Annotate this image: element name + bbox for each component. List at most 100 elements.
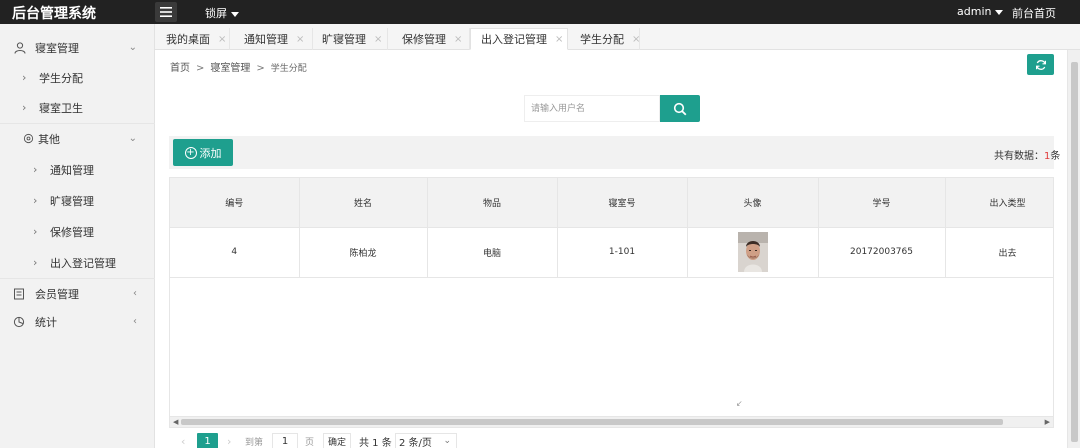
- breadcrumb-separator: >: [256, 63, 265, 74]
- sidebar-group-label: 其他: [38, 132, 60, 146]
- sidebar-item-access-log[interactable]: › 出入登记管理: [0, 247, 155, 278]
- tab-access-log[interactable]: 出入登记管理 ×: [470, 28, 568, 50]
- data-table: 编号 姓名 物品 寝室号 头像 学号 出入类型 4 陈柏龙 电脑 1-101 2…: [169, 177, 1054, 417]
- sidebar-item-student-assign[interactable]: › 学生分配: [0, 62, 155, 93]
- sidebar-item-repair[interactable]: › 保修管理: [0, 216, 155, 247]
- breadcrumb-section[interactable]: 寝室管理: [210, 63, 250, 74]
- sidebar-item-absence[interactable]: › 旷寝管理: [0, 185, 155, 216]
- goto-page-input[interactable]: 1: [272, 433, 298, 448]
- sidebar-item-label: 旷寝管理: [50, 194, 94, 208]
- chevron-right-icon: ›: [22, 101, 27, 114]
- tab-label: 出入登记管理: [481, 33, 547, 46]
- total-count: 共有数据：1条: [994, 147, 1060, 162]
- close-icon[interactable]: ×: [218, 34, 226, 45]
- user-name: admin: [957, 5, 992, 18]
- close-icon[interactable]: ×: [632, 34, 640, 45]
- goto-confirm-button[interactable]: 确定: [323, 433, 351, 448]
- column-header-student-no: 学号: [818, 178, 946, 228]
- refresh-button[interactable]: [1027, 54, 1054, 75]
- sidebar-item-notice[interactable]: › 通知管理: [0, 154, 155, 185]
- front-page-link[interactable]: 前台首页: [1012, 5, 1056, 21]
- tab-notice[interactable]: 通知管理 ×: [235, 28, 313, 50]
- top-bar: 后台管理系统 锁屏 admin 前台首页: [0, 0, 1080, 24]
- prev-page-icon[interactable]: ‹: [181, 433, 185, 448]
- page-size-value: 2 条/页: [399, 437, 432, 448]
- search-button[interactable]: [660, 95, 700, 122]
- plus-circle-icon: +: [184, 146, 197, 159]
- chevron-right-icon: ›: [33, 194, 38, 207]
- pagination: ‹ 1 › 到第 1 页 确定 共 1 条 2 条/页 ⌄: [169, 433, 469, 448]
- tab-student-assign[interactable]: 学生分配 ×: [568, 28, 640, 50]
- page-size-select[interactable]: 2 条/页 ⌄: [395, 433, 457, 448]
- pager-total: 共 1 条: [359, 437, 392, 448]
- sidebar-item-dorm-hygiene[interactable]: › 寝室卫生: [0, 92, 155, 123]
- search-input[interactable]: [524, 95, 660, 122]
- tab-label: 旷寝管理: [322, 33, 366, 46]
- sidebar-item-label: 出入登记管理: [50, 256, 116, 270]
- sidebar-group-member[interactable]: 会员管理 ‹: [0, 278, 155, 309]
- member-icon: [12, 287, 26, 301]
- scrollbar-thumb[interactable]: [181, 419, 1003, 425]
- settings-icon: [21, 132, 35, 146]
- close-icon[interactable]: ×: [374, 34, 382, 45]
- tab-absence[interactable]: 旷寝管理 ×: [313, 28, 388, 50]
- scroll-left-icon[interactable]: ◀: [173, 418, 178, 426]
- avatar-photo: [737, 232, 768, 272]
- column-header-item: 物品: [427, 178, 558, 228]
- add-button[interactable]: + 添加: [173, 139, 233, 166]
- sidebar-group-dorm[interactable]: 寝室管理 ⌄: [0, 32, 155, 63]
- scrollbar-thumb[interactable]: [1071, 62, 1078, 442]
- page-current[interactable]: 1: [197, 433, 218, 448]
- close-icon[interactable]: ×: [296, 34, 304, 45]
- chevron-right-icon: ›: [33, 163, 38, 176]
- sidebar-item-label: 学生分配: [39, 71, 83, 85]
- lock-screen-label: 锁屏: [205, 7, 227, 20]
- column-header-id: 编号: [170, 178, 300, 228]
- caret-down-icon: [231, 11, 239, 17]
- chevron-right-icon: ›: [33, 225, 38, 238]
- lock-screen-menu[interactable]: 锁屏: [205, 5, 239, 21]
- close-icon[interactable]: ×: [555, 34, 563, 45]
- breadcrumb: 首页 > 寝室管理 > 学生分配: [170, 59, 307, 74]
- refresh-icon: [1035, 59, 1046, 70]
- column-header-room: 寝室号: [557, 178, 688, 228]
- chevron-left-icon: ‹: [133, 288, 137, 299]
- table-toolbar: [169, 136, 1054, 169]
- tab-bar: 我的桌面 × 通知管理 × 旷寝管理 × 保修管理 × 出入登记管理 × 学生分配 ×: [155, 24, 1080, 50]
- cell-item: 电脑: [427, 227, 558, 278]
- vertical-scrollbar[interactable]: [1067, 50, 1080, 448]
- breadcrumb-home[interactable]: 首页: [170, 63, 190, 74]
- table-header-row: 编号 姓名 物品 寝室号 头像 学号 出入类型: [170, 178, 1053, 228]
- tab-label: 我的桌面: [166, 33, 210, 46]
- column-header-name: 姓名: [299, 178, 428, 228]
- tab-label: 通知管理: [244, 33, 288, 46]
- menu-toggle-button[interactable]: [155, 2, 177, 22]
- cell-type: 出去: [945, 227, 1053, 278]
- goto-label: 到第: [245, 437, 264, 448]
- tab-repair[interactable]: 保修管理 ×: [388, 28, 470, 50]
- tab-label: 学生分配: [580, 33, 624, 46]
- sidebar: 寝室管理 ⌄ › 学生分配 › 寝室卫生 其他 ⌄ › 通知管理 › 旷寝管理 …: [0, 24, 155, 448]
- chevron-right-icon: ›: [33, 256, 38, 269]
- next-page-icon[interactable]: ›: [227, 433, 231, 448]
- app-title: 后台管理系统: [12, 6, 96, 22]
- sidebar-item-label: 通知管理: [50, 163, 94, 177]
- search-icon: [673, 102, 687, 115]
- sidebar-group-label: 统计: [35, 315, 57, 329]
- tab-my-desktop[interactable]: 我的桌面 ×: [160, 28, 230, 50]
- sidebar-group-other[interactable]: 其他 ⌄: [0, 123, 155, 154]
- cell-id: 4: [170, 227, 300, 278]
- table-row[interactable]: 4 陈柏龙 电脑 1-101 20172003765 出去: [170, 227, 1053, 278]
- user-menu[interactable]: admin: [957, 5, 1004, 18]
- sidebar-group-label: 寝室管理: [35, 41, 79, 55]
- scroll-right-icon[interactable]: ▶: [1045, 418, 1050, 426]
- sidebar-group-label: 会员管理: [35, 287, 79, 301]
- cell-name: 陈柏龙: [299, 227, 428, 278]
- chevron-down-icon: ⌄: [443, 436, 451, 446]
- close-icon[interactable]: ×: [454, 34, 462, 45]
- horizontal-scrollbar[interactable]: ◀ ▶: [169, 417, 1054, 428]
- breadcrumb-separator: >: [196, 63, 205, 74]
- add-button-label: 添加: [199, 146, 222, 160]
- sidebar-item-label: 寝室卫生: [39, 101, 83, 115]
- sidebar-group-stats[interactable]: 统计 ‹: [0, 306, 155, 337]
